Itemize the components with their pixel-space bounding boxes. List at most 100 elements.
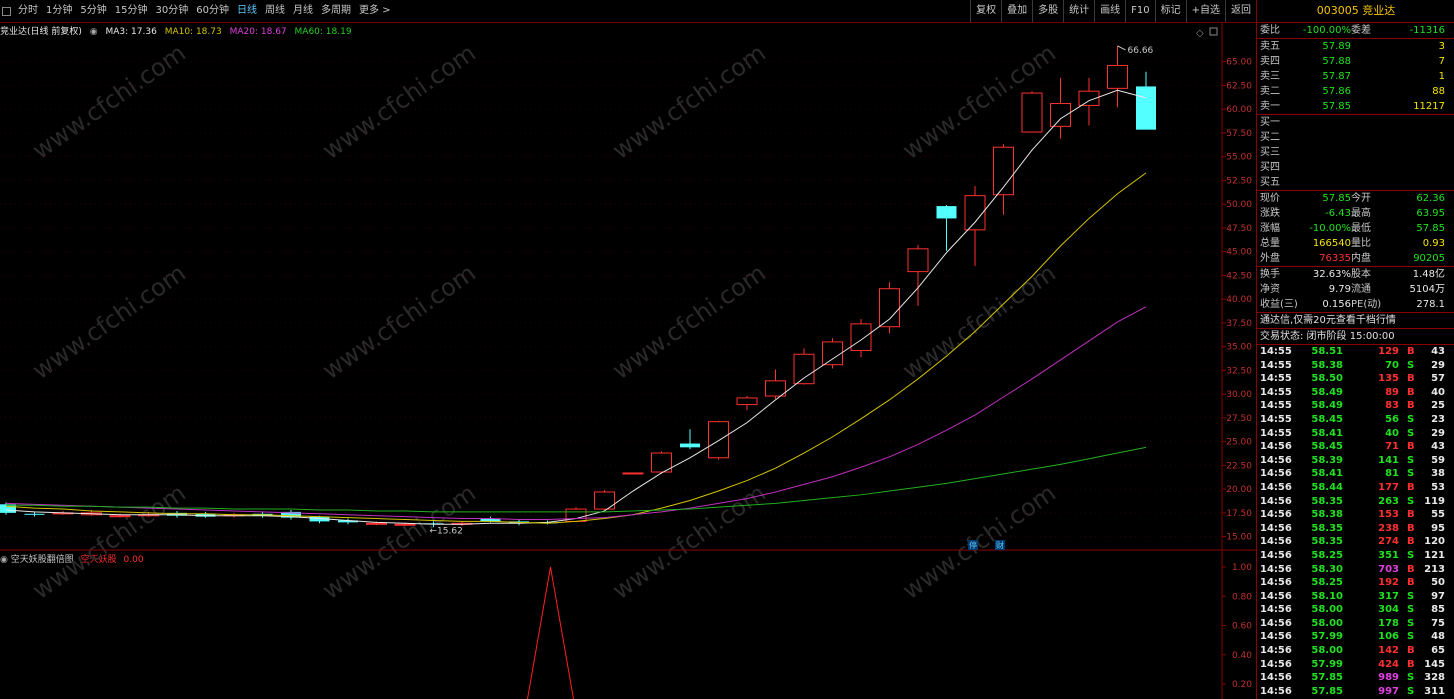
tick-time: 14:55 [1260, 427, 1292, 439]
tab-6[interactable]: 日线 [233, 0, 261, 22]
watermark-text: www.cfchi.com [317, 479, 480, 605]
tool-button-8[interactable]: 返回 [1225, 0, 1256, 22]
watermark-text: www.cfchi.com [607, 259, 770, 385]
tick-price: 57.85 [1311, 672, 1343, 684]
price-axis-label: 20.00 [1226, 485, 1252, 495]
tab-1[interactable]: 1分钟 [42, 0, 76, 22]
stat-label-2: 流通 [1351, 284, 1371, 295]
tick-count: 328 [1424, 672, 1445, 684]
weicha-label: 委差 [1351, 25, 1371, 36]
tick-side: S [1407, 427, 1415, 439]
tick-count: 59 [1431, 454, 1445, 466]
tick-volume: 274 [1378, 536, 1399, 548]
period-toolbar: 分时 1分钟 5分钟 15分钟 30分钟 60分钟 日线 周线 月线 多周期 更多 > 复权 叠加 多股… [0, 0, 1256, 23]
tick-row: 14:55 58.38 70 S 29 [1257, 359, 1454, 373]
ask-book: 卖五 57.89 3 卖四 57.88 7 卖三 57.87 1 卖二 57.86 88 卖一 57.85… [1257, 39, 1454, 115]
stat2-row: 收益(三) 0.156 PE(动) 278.1 [1257, 297, 1454, 312]
tick-time: 14:56 [1260, 522, 1292, 534]
stat-value-2: 57.85 [1416, 223, 1445, 234]
indicator-axis-label: 0.40 [1232, 651, 1252, 661]
tab-5[interactable]: 60分钟 [192, 0, 233, 22]
tick-count: 29 [1431, 359, 1445, 371]
tick-price: 58.35 [1311, 536, 1343, 548]
chart-tools: 复权 叠加 多股 统计 画线 F10 标记 +自选 返回 [970, 0, 1256, 22]
tick-side: B [1407, 536, 1415, 548]
ask-volume: 11217 [1413, 101, 1445, 112]
tab-10[interactable]: 更多 > [355, 0, 395, 22]
tick-side: B [1407, 658, 1415, 670]
stat-label: 外盘 [1260, 253, 1280, 264]
diamond-icon[interactable]: ◇ [1196, 28, 1204, 39]
menu-toggle-icon[interactable] [2, 6, 11, 16]
bid-row: 买五 [1257, 175, 1454, 190]
tick-list[interactable]: 14:55 58.51 129 B 43 14:55 58.38 70 S 29 14:55 58.5… [1257, 345, 1454, 698]
tick-price: 58.38 [1311, 359, 1343, 371]
tool-button-2[interactable]: 多股 [1032, 0, 1063, 22]
stat-label-2: 最低 [1351, 223, 1371, 234]
indicator-axis-label: 1.00 [1232, 563, 1252, 573]
indicator-axis-label: 0.80 [1232, 592, 1252, 602]
kline-chart[interactable]: www.cfchi.com www.cfchi.com www.cfchi.com w… [0, 22, 1256, 699]
tick-row: 14:56 57.85 997 S 311 [1257, 685, 1454, 699]
tick-time: 14:56 [1260, 549, 1292, 561]
tab-2[interactable]: 5分钟 [76, 0, 110, 22]
tool-button-0[interactable]: 复权 [970, 0, 1001, 22]
weibi-row: 委比 -100.00% 委差 -11316 [1257, 23, 1454, 39]
tool-button-1[interactable]: 叠加 [1001, 0, 1032, 22]
stat-value: 166540 [1312, 238, 1351, 249]
tick-count: 38 [1431, 468, 1445, 480]
tool-button-4[interactable]: 画线 [1094, 0, 1125, 22]
tick-time: 14:56 [1260, 658, 1292, 670]
tab-0[interactable]: 分时 [14, 0, 42, 22]
tab-9[interactable]: 多周期 [317, 0, 355, 22]
tick-volume: 351 [1378, 549, 1399, 561]
tick-row: 14:56 58.00 178 S 75 [1257, 617, 1454, 631]
quote-stats-2: 换手 32.63% 股本 1.48亿 净资 9.79 流通 5104万 收益(三) 0.156 PE… [1257, 267, 1454, 313]
tick-row: 14:56 58.25 351 S 121 [1257, 549, 1454, 563]
tab-7[interactable]: 周线 [261, 0, 289, 22]
tick-volume: 81 [1385, 468, 1399, 480]
tool-button-7[interactable]: +自选 [1185, 0, 1225, 22]
expand-icon[interactable] [1209, 27, 1218, 36]
tick-side: S [1407, 413, 1415, 425]
tab-4[interactable]: 30分钟 [151, 0, 192, 22]
ask-volume: 3 [1438, 41, 1445, 52]
tool-button-5[interactable]: F10 [1125, 0, 1154, 22]
tick-time: 14:56 [1260, 631, 1292, 643]
stat-value: -10.00% [1309, 223, 1351, 234]
price-axis-label: 50.00 [1226, 200, 1252, 210]
price-axis-label: 40.00 [1226, 295, 1252, 305]
stat-row: 涨幅 -10.00% 最低 57.85 [1257, 221, 1454, 236]
tool-button-3[interactable]: 统计 [1063, 0, 1094, 22]
tick-volume: 142 [1378, 645, 1399, 657]
tick-count: 53 [1431, 481, 1445, 493]
tick-row: 14:55 58.49 83 B 25 [1257, 399, 1454, 413]
notice-text[interactable]: 通达信,仅需20元查看千档行情 [1257, 313, 1454, 329]
tick-time: 14:56 [1260, 577, 1292, 589]
tick-row: 14:56 58.44 177 B 53 [1257, 481, 1454, 495]
indicator-axis-label: 0.60 [1232, 622, 1252, 632]
ask-price: 57.88 [1322, 56, 1351, 67]
tick-time: 14:56 [1260, 685, 1292, 697]
tab-3[interactable]: 15分钟 [111, 0, 152, 22]
tick-row: 14:56 58.39 141 S 59 [1257, 454, 1454, 468]
period-tabs: 分时 1分钟 5分钟 15分钟 30分钟 60分钟 日线 周线 月线 多周期 更多 > [0, 0, 395, 22]
tick-count: 97 [1431, 590, 1445, 602]
ask-price: 57.86 [1322, 86, 1351, 97]
tick-time: 14:55 [1260, 359, 1292, 371]
weibi-label: 委比 [1260, 25, 1280, 36]
bid-row: 买四 [1257, 160, 1454, 175]
tick-count: 75 [1431, 617, 1445, 629]
price-axis-label: 35.00 [1226, 343, 1252, 353]
candle-body [622, 472, 644, 475]
tick-count: 85 [1431, 604, 1445, 616]
tick-time: 14:56 [1260, 481, 1292, 493]
tick-time: 14:56 [1260, 617, 1292, 629]
tab-8[interactable]: 月线 [289, 0, 317, 22]
tick-row: 14:56 58.35 238 B 95 [1257, 522, 1454, 536]
tick-price: 58.25 [1311, 577, 1343, 589]
event-label: 停 [969, 540, 977, 550]
tool-button-6[interactable]: 标记 [1154, 0, 1186, 22]
candle-body [765, 380, 786, 397]
stat-row: 总量 166540 量比 0.93 [1257, 236, 1454, 251]
